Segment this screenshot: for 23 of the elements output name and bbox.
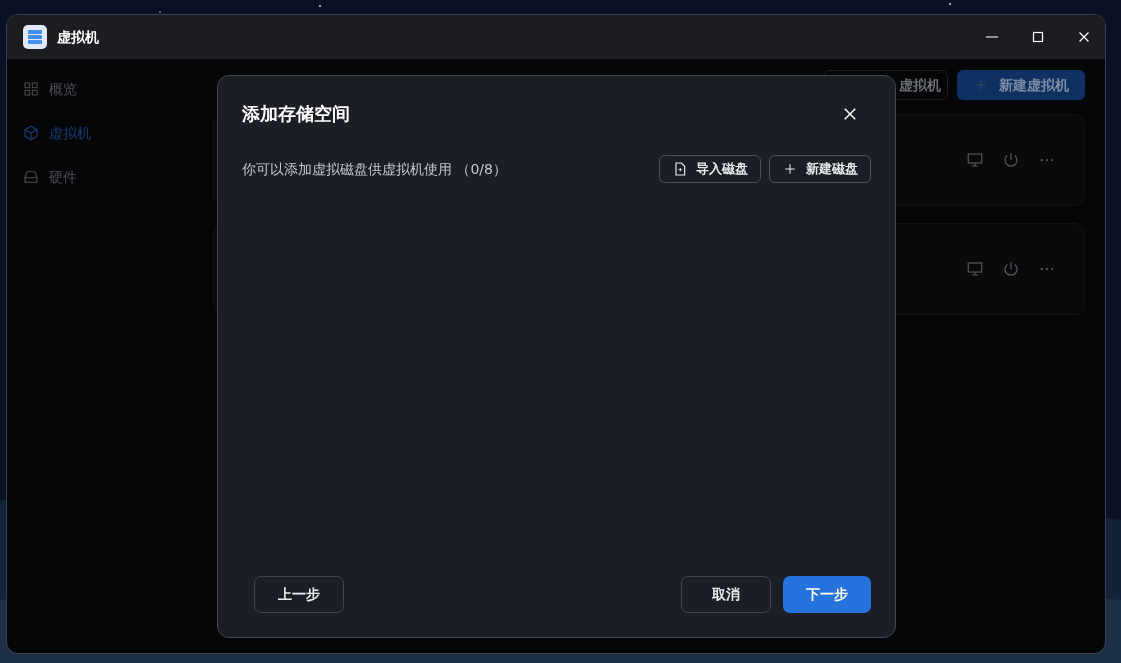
monitor-icon[interactable] [966,260,984,278]
dialog-description: 你可以添加虚拟磁盘供虚拟机使用 （0/8） [242,159,507,179]
cube-icon [23,125,39,141]
monitor-icon[interactable] [966,151,984,169]
plus-icon [782,161,798,177]
plus-icon [973,77,989,93]
sidebar-item[interactable]: 概览 [17,67,187,111]
window-title: 虚拟机 [57,27,99,47]
grid-icon [23,81,39,97]
next-button[interactable]: 下一步 [783,576,871,613]
power-icon[interactable] [1002,151,1020,169]
power-icon[interactable] [1002,260,1020,278]
back-button[interactable]: 上一步 [254,576,344,613]
new-disk-button[interactable]: 新建磁盘 [769,155,871,183]
sidebar-item[interactable]: 硬件 [17,155,187,199]
new-vm-button[interactable]: 新建虚拟机 [957,70,1085,100]
import-disk-button[interactable]: 导入磁盘 [659,155,761,183]
drive-icon [23,169,39,185]
dialog-title: 添加存储空间 [242,102,350,126]
close-icon[interactable] [843,106,857,121]
cancel-button[interactable]: 取消 [681,576,771,613]
file-icon [672,161,688,177]
app-icon [23,25,47,49]
